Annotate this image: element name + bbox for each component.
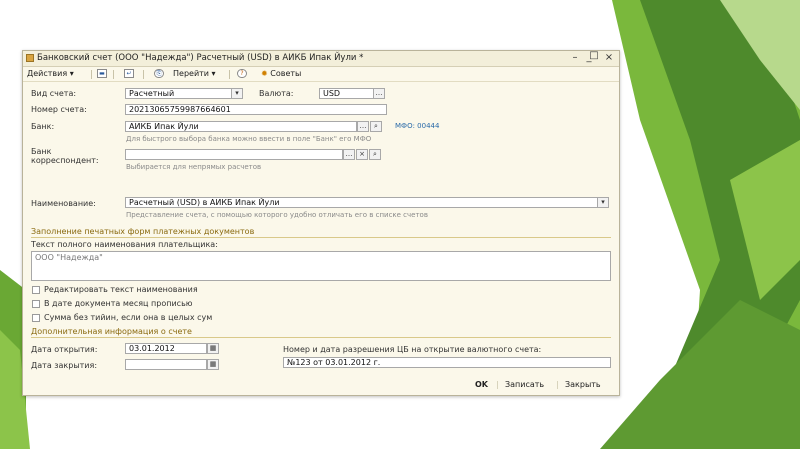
bank-label: Банк: [31, 122, 55, 131]
toolbar: Действия ▾ ▬ ↵ ⎘ Перейти ▾ ? ✹ Советы [23, 67, 619, 82]
calendar-icon[interactable]: ▦ [207, 359, 219, 370]
maximize-button[interactable]: □ [588, 50, 600, 62]
app-icon [26, 54, 34, 62]
correspondent-bank-label-line1: Банк [31, 147, 52, 156]
month-in-words-checkbox-label: В дате документа месяц прописью [44, 299, 193, 308]
ok-button[interactable]: OK [475, 380, 488, 389]
name-label: Наименование: [31, 199, 96, 208]
close-window-button[interactable]: × [603, 52, 615, 64]
save-icon[interactable]: ▬ [97, 69, 107, 78]
bank-account-window: Банковский счет (ООО "Надежда") Расчетны… [22, 50, 620, 396]
close-date-label: Дата закрытия: [31, 361, 98, 370]
month-in-words-checkbox[interactable] [32, 300, 40, 308]
sum-without-tiyin-checkbox-label: Сумма без тийин, если она в целых сум [44, 313, 213, 322]
dialog-footer: OK | Записать | Закрыть [23, 377, 619, 394]
currency-field[interactable]: USD [319, 88, 375, 99]
account-type-dropdown-button[interactable]: ▾ [231, 88, 243, 99]
help-icon[interactable]: ? [237, 69, 247, 78]
calendar-icon[interactable]: ▦ [207, 343, 219, 354]
payer-text-label: Текст полного наименования плательщика: [31, 240, 218, 249]
post-document-icon[interactable]: ↵ [124, 69, 134, 78]
bank-field[interactable]: АИКБ Ипак Йули [125, 121, 357, 132]
correspondent-bank-clear-icon[interactable]: × [356, 149, 368, 160]
payer-text-field[interactable]: ООО "Надежда" [31, 251, 611, 281]
correspondent-bank-label-line2: корреспондент: [31, 156, 99, 165]
bank-hint: Для быстрого выбора банка можно ввести в… [126, 135, 372, 143]
sum-without-tiyin-checkbox[interactable] [32, 314, 40, 322]
close-button[interactable]: Закрыть [565, 380, 601, 389]
open-date-field[interactable]: 03.01.2012 [125, 343, 207, 354]
section-divider [31, 237, 611, 238]
close-date-field[interactable] [125, 359, 207, 370]
lightbulb-icon: ✹ [261, 69, 268, 78]
print-section-title: Заполнение печатных форм платежных докум… [31, 227, 255, 236]
toolbar-separator [229, 70, 230, 79]
name-field[interactable]: Расчетный (USD) в АИКБ Ипак Йули [125, 197, 599, 208]
account-type-select[interactable]: Расчетный [125, 88, 233, 99]
toolbar-separator [143, 70, 144, 79]
permission-label: Номер и дата разрешения ЦБ на открытие в… [283, 345, 542, 354]
toolbar-separator [113, 70, 114, 79]
bank-mfo-link[interactable]: МФО: 00444 [395, 122, 439, 130]
window-titlebar: Банковский счет (ООО "Надежда") Расчетны… [23, 50, 619, 67]
toolbar-separator [91, 70, 92, 79]
dropdown-arrow-icon: ▾ [69, 69, 74, 78]
bank-select-button[interactable]: … [357, 121, 369, 132]
edit-name-checkbox[interactable] [32, 286, 40, 294]
footer-separator: | [496, 380, 499, 389]
goto-menu[interactable]: Перейти ▾ [173, 69, 216, 78]
extra-section-title: Дополнительная информация о счете [31, 327, 192, 336]
tips-button[interactable]: ✹ Советы [261, 69, 301, 78]
window-title: Банковский счет (ООО "Надежда") Расчетны… [37, 53, 364, 63]
account-type-label: Вид счета: [31, 89, 77, 98]
correspondent-bank-hint: Выбирается для непрямых расчетов [126, 163, 262, 171]
currency-label: Валюта: [259, 89, 294, 98]
account-number-field[interactable]: 20213065759987664601 [125, 104, 387, 115]
section-divider [31, 337, 611, 338]
correspondent-bank-search-icon[interactable]: ⌕ [369, 149, 381, 160]
dropdown-arrow-icon: ▾ [211, 69, 216, 78]
currency-select-button[interactable]: … [373, 88, 385, 99]
actions-menu[interactable]: Действия ▾ [27, 69, 74, 78]
name-dropdown-button[interactable]: ▾ [597, 197, 609, 208]
permission-field[interactable]: №123 от 03.01.2012 г. [283, 357, 611, 368]
bank-search-icon[interactable]: ⌕ [370, 121, 382, 132]
correspondent-bank-select-button[interactable]: … [343, 149, 355, 160]
correspondent-bank-field[interactable] [125, 149, 343, 160]
account-number-label: Номер счета: [31, 105, 87, 114]
edit-name-checkbox-label: Редактировать текст наименования [44, 285, 198, 294]
save-button[interactable]: Записать [505, 380, 544, 389]
open-date-label: Дата открытия: [31, 345, 98, 354]
copy-icon[interactable]: ⎘ [154, 69, 164, 78]
name-hint: Представление счета, с помощью которого … [126, 211, 428, 219]
footer-separator: | [556, 380, 559, 389]
window-menu-button[interactable]: – [569, 52, 581, 64]
